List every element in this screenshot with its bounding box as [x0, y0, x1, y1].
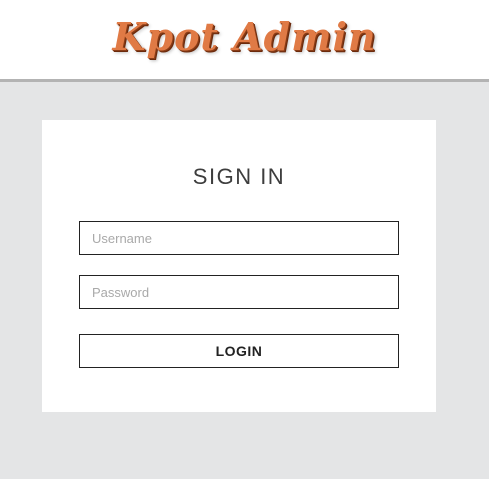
login-button[interactable]: LOGIN: [79, 334, 399, 368]
sign-in-title: SIGN IN: [192, 164, 286, 189]
username-input[interactable]: [79, 221, 399, 255]
password-input[interactable]: [79, 275, 399, 309]
logo: Kpot Admin: [112, 14, 377, 59]
site-header: Kpot Admin: [0, 0, 489, 82]
